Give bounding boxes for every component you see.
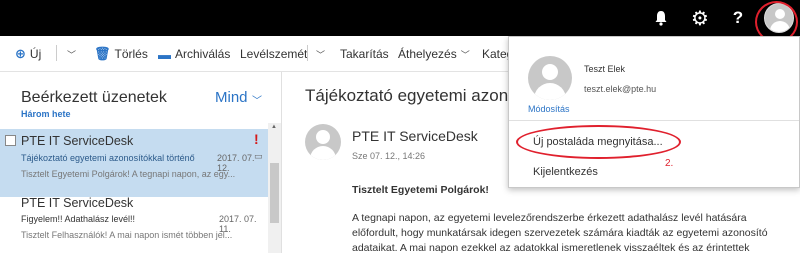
trash-icon: 🗑 <box>94 46 111 61</box>
chevron-down-icon[interactable]: ﹀ <box>252 92 262 107</box>
divider <box>56 45 57 61</box>
chevron-down-icon: ﹀ <box>316 49 326 60</box>
logout-item[interactable]: Kijelentkezés <box>533 166 598 178</box>
help-icon[interactable]: ? <box>719 0 757 36</box>
message-preview: Tisztelt Egyetemi Polgárok! A tegnapi na… <box>21 169 236 179</box>
archive-label: Archiválás <box>175 47 231 61</box>
junk-label: Levélszemét <box>240 47 308 61</box>
archive-button[interactable]: ▬ Archiválás <box>158 45 230 63</box>
annotation-circle-2 <box>516 125 681 159</box>
sweep-button[interactable]: Takarítás <box>340 45 389 63</box>
message-checkbox[interactable] <box>5 135 16 146</box>
top-bar <box>0 0 800 36</box>
reading-sender[interactable]: PTE IT ServiceDesk <box>352 128 478 144</box>
message-preview: Tisztelt Felhasználók! A mai napon ismét… <box>21 230 233 240</box>
archive-icon: ▬ <box>158 46 171 62</box>
new-label: Új <box>29 47 42 61</box>
outlook-window: ⚙ ? 1. ⊕ Új ﹀ 🗑 Törlés ▬ Archiválás Levé… <box>0 0 800 253</box>
scroll-up-icon[interactable]: ▲ <box>271 124 277 130</box>
message-item[interactable]: PTE IT ServiceDesk Figyelem!! Adathalász… <box>0 190 268 253</box>
divider <box>307 45 308 61</box>
sweep-label: Takarítás <box>340 47 389 61</box>
scrollbar-thumb[interactable] <box>270 163 279 223</box>
message-sender: PTE IT ServiceDesk <box>21 196 134 210</box>
reading-date: Sze 07. 12., 14:26 <box>352 151 426 161</box>
account-name: Teszt Elek <box>584 64 626 74</box>
move-button[interactable]: Áthelyezés ﹀ <box>398 45 470 63</box>
junk-dropdown-button[interactable]: ﹀ <box>312 45 325 63</box>
divider <box>509 120 799 121</box>
body-line: A tegnapi napon, az egyetemi levelezőren… <box>352 212 747 224</box>
junk-button[interactable]: Levélszemét <box>240 45 307 63</box>
new-dropdown-button[interactable]: ﹀ <box>63 45 76 63</box>
bell-icon[interactable] <box>642 0 680 36</box>
message-subject: Figyelem!! Adathalász levél!! <box>21 214 136 224</box>
important-flag-icon: ! <box>254 131 259 147</box>
body-greeting: Tisztelt Egyetemi Polgárok! <box>352 184 489 196</box>
message-item[interactable]: PTE IT ServiceDesk ! Tájékoztató egyetem… <box>0 129 268 197</box>
body-line: előfordult, hogy munkatársak idegen szer… <box>352 227 768 239</box>
annotation-step-2: 2. <box>665 158 674 169</box>
message-subject: Tájékoztató egyetemi azonosítókkal törté… <box>21 153 195 163</box>
account-avatar <box>528 56 572 100</box>
account-email: teszt.elek@pte.hu <box>584 84 657 94</box>
folder-title: Beérkezett üzenetek <box>21 89 167 106</box>
gear-icon[interactable]: ⚙ <box>681 0 719 36</box>
body-line: adataikat. A mai napon ezekkel az adatok… <box>352 242 750 253</box>
move-label: Áthelyezés <box>398 47 457 61</box>
filter-dropdown[interactable]: Mind <box>215 89 248 106</box>
chevron-down-icon: ﹀ <box>67 49 77 60</box>
delete-label: Törlés <box>114 47 148 61</box>
folder-icon: ▭ <box>254 151 263 161</box>
modify-link[interactable]: Módosítás <box>528 104 570 114</box>
sender-avatar <box>305 124 341 160</box>
chevron-down-icon: ﹀ <box>460 49 470 60</box>
plus-icon: ⊕ <box>15 46 26 61</box>
reading-subject: Tájékoztató egyetemi azonosítókkal <box>305 86 510 105</box>
delete-button[interactable]: 🗑 Törlés <box>94 45 148 63</box>
message-sender: PTE IT ServiceDesk <box>21 134 134 148</box>
new-button[interactable]: ⊕ Új <box>15 45 41 63</box>
section-header: Három hete <box>21 109 71 119</box>
